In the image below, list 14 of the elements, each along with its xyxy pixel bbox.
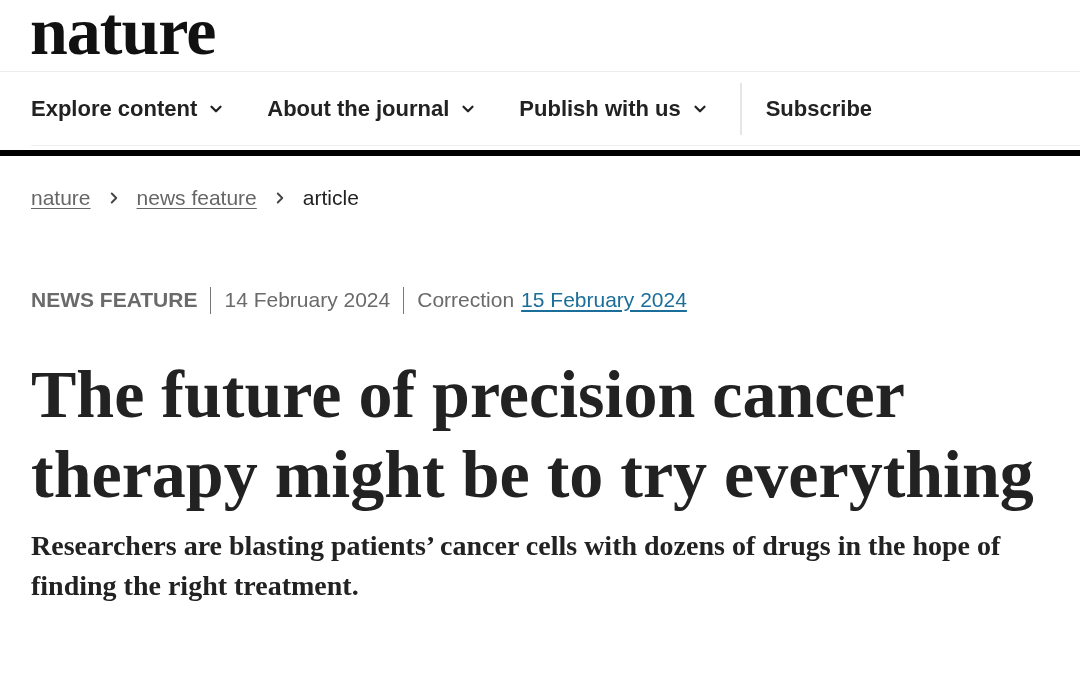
correction-label: Correction	[417, 288, 515, 312]
nature-logo[interactable]: nature	[30, 0, 216, 65]
breadcrumb-link[interactable]: nature	[31, 186, 91, 210]
breadcrumb-current: article	[302, 186, 359, 210]
nav-menu-item[interactable]: About the journal	[267, 95, 478, 122]
article-type-label: NEWS FEATURE	[31, 288, 198, 312]
nav-menu-item[interactable]: Publish with us	[519, 95, 709, 122]
article-title: The future of precision cancer therapy might be to try everything	[31, 355, 1035, 514]
nav-link[interactable]: Subscribe	[765, 95, 873, 122]
correction-date-link[interactable]: 15 February 2024	[521, 288, 687, 312]
article-standfirst: Researchers are blasting patients’ cancer cells with dozens of drugs in the hope of finding the right treatment.	[31, 529, 1002, 603]
breadcrumb-link[interactable]: news feature	[136, 186, 257, 210]
published-date: 14 February 2024	[224, 288, 391, 312]
nav-menu-item[interactable]: Explore content	[31, 95, 226, 122]
